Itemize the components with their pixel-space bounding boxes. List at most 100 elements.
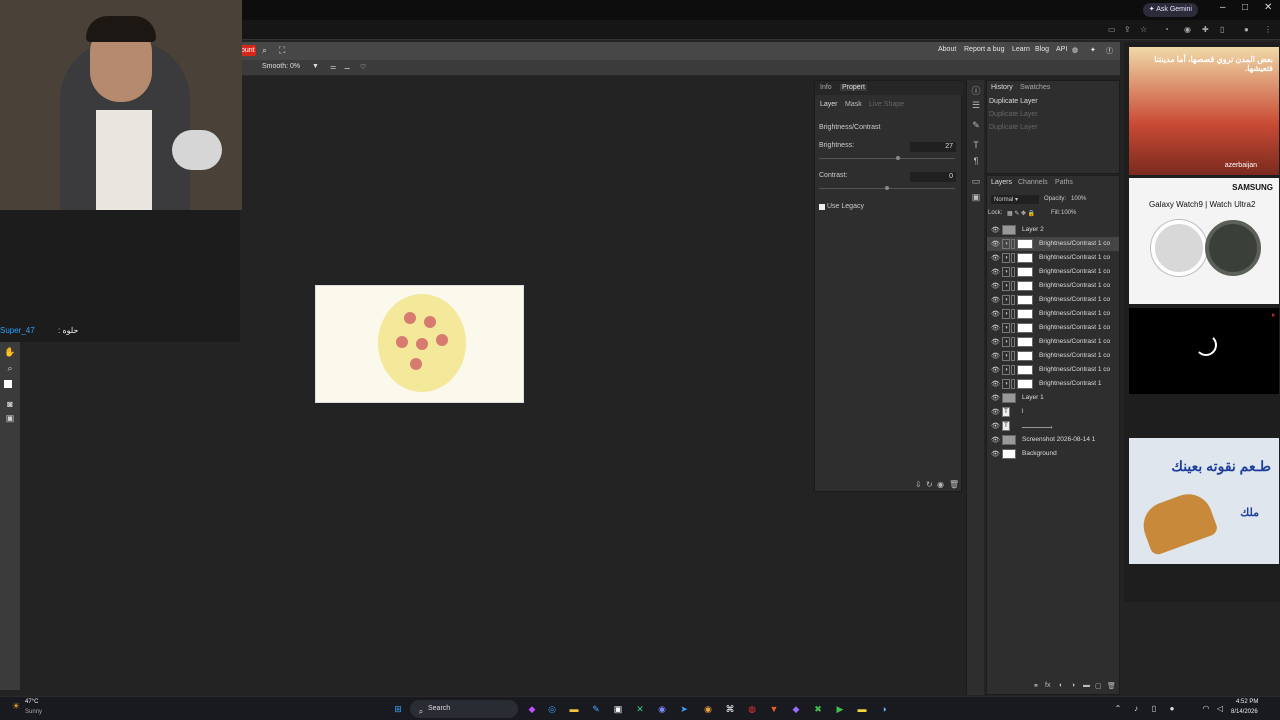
paragraph-icon[interactable]: ¶ [970,156,982,166]
account-button[interactable]: ount [240,45,256,56]
layer-row[interactable]: 👁 ◑ Brightness/Contrast 1 co [987,279,1119,293]
lock-icons[interactable]: ▦ ✎ ✥ 🔒 [1007,210,1035,217]
tab-info[interactable]: Info [820,84,832,91]
eye-icon[interactable]: 👁 [991,380,1000,388]
edge-icon[interactable]: ◎ [546,703,558,715]
chrome-icon[interactable]: ◉ [702,703,714,715]
layer-row[interactable]: 👁 Tl [987,405,1119,419]
ad-loading[interactable]: ⏸ [1129,308,1279,394]
discord-icon[interactable]: ◉ [656,703,668,715]
chevron-down-icon[interactable]: ▼ [312,63,319,70]
clock-date[interactable]: 8/14/2026 [1231,709,1258,715]
subtab-live-shape[interactable]: Live Shape [869,101,904,108]
about-link[interactable]: About [938,46,956,53]
tab-channels[interactable]: Channels [1018,179,1048,186]
eye-icon[interactable]: 👁 [991,450,1000,458]
layer-row[interactable]: 👁 ◑ Brightness/Contrast 1 co [987,251,1119,265]
info-icon[interactable]: ⓘ [970,84,982,97]
weather-icon[interactable]: ☀ [12,701,20,712]
clock-time[interactable]: 4:52 PM [1236,699,1258,705]
telegram-icon[interactable]: ➤ [678,703,690,715]
search-icon[interactable]: ⌕ [262,45,267,56]
ad-azerbaijan[interactable]: بعض المدن تروي قصصها، أما مدينتنا فتعيشه… [1129,47,1279,175]
eye-icon[interactable]: 👁 [991,352,1000,360]
menu-icon[interactable]: ⋮ [1264,25,1272,34]
folder-icon[interactable]: ▬ [1083,682,1090,689]
mask-icon[interactable]: ◐ [1059,682,1063,689]
foreground-color-swatch[interactable] [4,380,12,388]
layer-row[interactable]: 👁 T بـــــــــــــــ [987,419,1119,433]
document-canvas-image[interactable] [315,285,524,403]
brightness-slider-knob[interactable] [896,156,900,160]
eye-icon[interactable]: 👁 [991,254,1000,262]
layer-mask-thumbnail[interactable] [1017,253,1033,263]
microphone-icon[interactable]: ● [1166,703,1178,715]
eye-icon[interactable]: 👁 [991,240,1000,248]
properties-icon[interactable]: ☰ [970,100,982,111]
heart-icon[interactable]: ♡ [360,63,366,71]
opacity-value[interactable]: 100% [1071,196,1086,202]
eye-icon[interactable]: 👁 [991,226,1000,234]
layer-mask-thumbnail[interactable] [1017,267,1033,277]
contrast-slider-knob[interactable] [885,186,889,190]
chevron-up-icon[interactable]: ⌃ [1112,703,1124,715]
brightness-input[interactable]: 27 [910,142,956,152]
layer-row[interactable]: 👁 Screenshot 2026-08-14 1 [987,433,1119,447]
eye-icon[interactable]: 👁 [991,324,1000,332]
layer-row[interactable]: 👁 ◑ Brightness/Contrast 1 co [987,335,1119,349]
layer-mask-thumbnail[interactable] [1017,281,1033,291]
brush-icon[interactable]: ✎ [970,120,982,131]
pressure-icon[interactable]: ⚊ [344,63,350,71]
history-item[interactable]: Duplicate Layer [989,124,1038,131]
eye-icon[interactable]: 👁 [991,436,1000,444]
contrast-input[interactable]: 0 [910,172,956,182]
hand-icon[interactable]: ✋ [4,346,16,358]
ad-samsung[interactable]: SAMSUNG Galaxy Watch9 | Watch Ultra2 [1129,178,1279,304]
layer-mask-thumbnail[interactable] [1017,351,1033,361]
effects-icon[interactable]: fx [1045,682,1050,689]
eye-icon[interactable]: 👁 [991,310,1000,318]
layer-thumbnail[interactable] [1002,449,1016,459]
eye-icon[interactable]: 👁 [991,394,1000,402]
tab-swatches[interactable]: Swatches [1020,84,1050,91]
app-icon[interactable]: ▬ [856,703,868,715]
layer-row[interactable]: 👁 Layer 1 [987,391,1119,405]
twitter-icon[interactable]: ✦ [1090,46,1096,54]
extension-icon[interactable]: ◔ [1164,25,1169,34]
use-legacy-checkbox[interactable] [819,204,825,210]
eye-icon[interactable]: 👁 [991,366,1000,374]
brave-icon[interactable]: ▼ [768,703,780,715]
zoom-icon[interactable]: ⌕ [4,362,16,374]
eye-icon[interactable]: 👁 [991,296,1000,304]
steam-icon[interactable]: ◑ [878,703,890,715]
visibility-icon[interactable]: ◉ [937,480,944,489]
layer-row[interactable]: 👁 ◑ Brightness/Contrast 1 co [987,349,1119,363]
share-icon[interactable]: ⇪ [1124,25,1131,34]
facebook-icon[interactable]: ⓕ [1106,46,1113,56]
close-button[interactable]: ✕ [1264,2,1272,13]
layer-mask-thumbnail[interactable] [1017,295,1033,305]
layer-row[interactable]: 👁 ◑ Brightness/Contrast 1 [987,377,1119,391]
adjustment-icon[interactable]: ◑ [1071,682,1075,689]
network-icon[interactable]: ◠ [1200,703,1212,715]
layer-mask-thumbnail[interactable] [1017,379,1033,389]
star-icon[interactable]: ☆ [1140,25,1147,34]
file-explorer-icon[interactable]: ▬ [568,703,580,715]
tab-paths[interactable]: Paths [1055,179,1073,186]
eye-icon[interactable]: 👁 [991,268,1000,276]
tab-layers[interactable]: Layers [991,179,1012,186]
eye-icon[interactable]: 👁 [991,408,1000,416]
symmetry-icon[interactable]: ⚌ [330,63,336,71]
tab-history[interactable]: History [991,84,1013,91]
layer-row[interactable]: 👁 Layer 2 [987,223,1119,237]
eye-icon[interactable]: 👁 [991,422,1000,430]
character-icon[interactable]: T [970,140,982,150]
volume-icon[interactable]: ♪ [1130,703,1142,715]
report-bug-link[interactable]: Report a bug [964,46,1004,53]
blog-link[interactable]: Blog [1035,46,1049,53]
fill-value[interactable]: 100% [1061,210,1076,216]
fullscreen-icon[interactable]: ⛶ [279,45,285,56]
layer-row[interactable]: 👁 ◑ Brightness/Contrast 1 co [987,237,1119,251]
windows-start-icon[interactable]: ⊞ [392,703,404,715]
tab-properties[interactable]: Propert [840,84,867,91]
